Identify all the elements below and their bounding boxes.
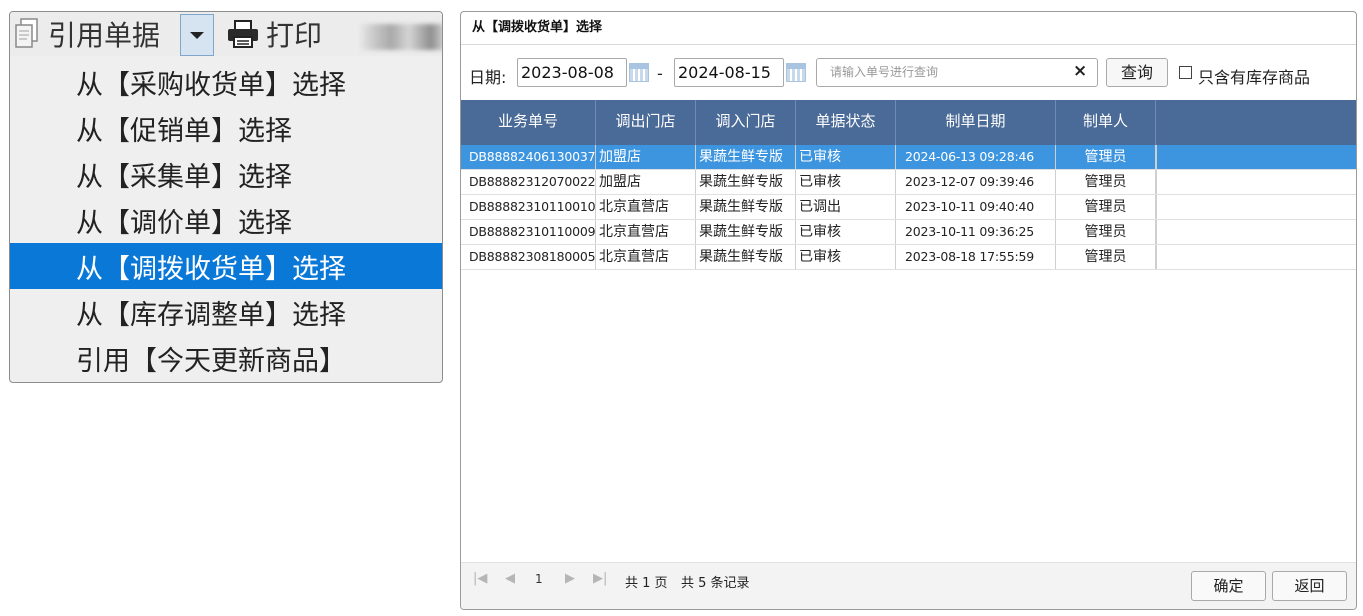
total-pages-text: 共 1 页 xyxy=(625,576,668,591)
date-to-field[interactable]: 2024-08-15 xyxy=(674,58,784,87)
column-header-from-store[interactable]: 调出门店 xyxy=(596,100,696,145)
row-order-no: DB88882406130037 xyxy=(461,145,596,169)
table-row[interactable]: DB88882406130037 加盟店 果蔬生鲜专版 已审核 2024-06-13 0… xyxy=(461,145,1356,170)
confirm-button[interactable]: 确定 xyxy=(1191,571,1266,601)
total-records-text: 共 5 条记录 xyxy=(681,576,750,591)
printer-icon xyxy=(226,19,260,49)
row-created-date: 2023-10-11 09:40:40 xyxy=(896,195,1056,219)
calendar-icon[interactable] xyxy=(629,63,649,82)
row-created-date: 2023-08-18 17:55:59 xyxy=(896,245,1056,269)
current-page-number[interactable]: 1 xyxy=(535,572,543,586)
back-button[interactable]: 返回 xyxy=(1272,571,1347,601)
column-header-to-store[interactable]: 调入门店 xyxy=(696,100,796,145)
cite-document-label: 引用单据 xyxy=(48,19,161,52)
row-created-date: 2024-06-13 09:28:46 xyxy=(896,145,1056,169)
transfer-table: 业务单号 调出门店 调入门店 单据状态 制单日期 制单人 DB888824061… xyxy=(461,100,1356,270)
row-status: 已审核 xyxy=(796,245,896,269)
blurred-toolbar-item xyxy=(356,24,442,50)
table-header: 业务单号 调出门店 调入门店 单据状态 制单日期 制单人 xyxy=(461,100,1356,145)
table-body: DB88882406130037 加盟店 果蔬生鲜专版 已审核 2024-06-13 0… xyxy=(461,145,1356,270)
menu-item-purchase-receipt[interactable]: 从【采购收货单】选择 xyxy=(10,59,442,105)
date-label: 日期: xyxy=(469,68,507,87)
menu-item-price-adjustment[interactable]: 从【调价单】选择 xyxy=(10,197,442,243)
row-filler xyxy=(1156,170,1157,194)
menu-item-stock-adjustment[interactable]: 从【库存调整单】选择 xyxy=(10,289,442,335)
chevron-down-icon xyxy=(190,31,204,39)
row-created-date: 2023-12-07 09:39:46 xyxy=(896,170,1056,194)
order-number-search-input[interactable]: 请输入单号进行查询 xyxy=(816,58,1098,87)
row-filler xyxy=(1156,245,1157,269)
table-row[interactable]: DB88882308180005 北京直营店 果蔬生鲜专版 已审核 2023-08-18… xyxy=(461,245,1356,270)
cite-document-button[interactable]: 引用单据 xyxy=(10,12,178,56)
row-to-store: 果蔬生鲜专版 xyxy=(696,195,796,219)
next-page-icon[interactable]: ▶ xyxy=(565,571,575,586)
row-status: 已审核 xyxy=(796,145,896,169)
row-to-store: 果蔬生鲜专版 xyxy=(696,220,796,244)
row-order-no: DB88882310110009 xyxy=(461,220,596,244)
row-from-store: 北京直营店 xyxy=(596,245,696,269)
date-from-field[interactable]: 2023-08-08 xyxy=(517,58,627,87)
row-to-store: 果蔬生鲜专版 xyxy=(696,145,796,169)
row-status: 已调出 xyxy=(796,195,896,219)
cite-menu-list: 从【采购收货单】选择 从【促销单】选择 从【采集单】选择 从【调价单】选择 从【… xyxy=(10,59,442,381)
column-header-status[interactable]: 单据状态 xyxy=(796,100,896,145)
column-header-order-no[interactable]: 业务单号 xyxy=(461,100,596,145)
row-to-store: 果蔬生鲜专版 xyxy=(696,170,796,194)
row-status: 已审核 xyxy=(796,170,896,194)
stock-only-checkbox[interactable] xyxy=(1179,66,1192,79)
menu-item-promotion[interactable]: 从【促销单】选择 xyxy=(10,105,442,151)
filter-bar: 日期: 2023-08-08 - 2024-08-15 请输入单号进行查询 × … xyxy=(461,58,1356,88)
row-status: 已审核 xyxy=(796,220,896,244)
row-order-no: DB88882308180005 xyxy=(461,245,596,269)
row-created-date: 2023-10-11 09:36:25 xyxy=(896,220,1056,244)
stock-only-label: 只含有库存商品 xyxy=(1198,68,1311,87)
clear-icon[interactable]: × xyxy=(1073,61,1087,81)
transfer-receipt-dialog: 从【调拨收货单】选择 日期: 2023-08-08 - 2024-08-15 请… xyxy=(460,11,1357,610)
row-from-store: 加盟店 xyxy=(596,170,696,194)
row-filler xyxy=(1156,195,1157,219)
toolbar: 引用单据 打印 xyxy=(10,12,442,56)
row-filler xyxy=(1156,220,1157,244)
document-copy-icon xyxy=(12,17,42,51)
table-row[interactable]: DB88882310110009 北京直营店 果蔬生鲜专版 已审核 2023-10-11… xyxy=(461,220,1356,245)
row-to-store: 果蔬生鲜专版 xyxy=(696,245,796,269)
menu-item-transfer-receipt[interactable]: 从【调拨收货单】选择 xyxy=(10,243,442,289)
row-creator: 管理员 xyxy=(1056,145,1156,169)
print-button[interactable]: 打印 xyxy=(224,12,344,56)
query-button[interactable]: 查询 xyxy=(1106,58,1168,87)
column-header-creator[interactable]: 制单人 xyxy=(1056,100,1156,145)
menu-item-today-updated-goods[interactable]: 引用【今天更新商品】 xyxy=(10,335,442,381)
row-from-store: 加盟店 xyxy=(596,145,696,169)
row-filler xyxy=(1156,145,1157,169)
dialog-title: 从【调拨收货单】选择 xyxy=(461,12,1356,45)
row-order-no: DB88882310110010 xyxy=(461,195,596,219)
cite-dropdown-panel: 引用单据 打印 从【采购收货单】选择 从【促销单】选择 从【采集单】选择 从【调… xyxy=(9,11,443,383)
previous-page-icon[interactable]: ◀ xyxy=(505,571,515,586)
cite-dropdown-toggle[interactable] xyxy=(180,14,214,56)
calendar-icon[interactable] xyxy=(786,63,806,82)
row-creator: 管理员 xyxy=(1056,245,1156,269)
row-from-store: 北京直营店 xyxy=(596,195,696,219)
table-row[interactable]: DB88882312070022 加盟店 果蔬生鲜专版 已审核 2023-12-07 0… xyxy=(461,170,1356,195)
row-creator: 管理员 xyxy=(1056,195,1156,219)
column-header-created-date[interactable]: 制单日期 xyxy=(896,100,1056,145)
row-from-store: 北京直营店 xyxy=(596,220,696,244)
print-label: 打印 xyxy=(266,19,323,52)
dialog-footer: |◀ ◀ 1 ▶ ▶| 共 1 页 共 5 条记录 确定 返回 xyxy=(461,562,1356,609)
first-page-icon[interactable]: |◀ xyxy=(473,571,487,586)
row-order-no: DB88882312070022 xyxy=(461,170,596,194)
date-range-dash: - xyxy=(657,64,663,83)
last-page-icon[interactable]: ▶| xyxy=(593,571,607,586)
menu-item-collection[interactable]: 从【采集单】选择 xyxy=(10,151,442,197)
row-creator: 管理员 xyxy=(1056,220,1156,244)
table-row[interactable]: DB88882310110010 北京直营店 果蔬生鲜专版 已调出 2023-10-11… xyxy=(461,195,1356,220)
row-creator: 管理员 xyxy=(1056,170,1156,194)
